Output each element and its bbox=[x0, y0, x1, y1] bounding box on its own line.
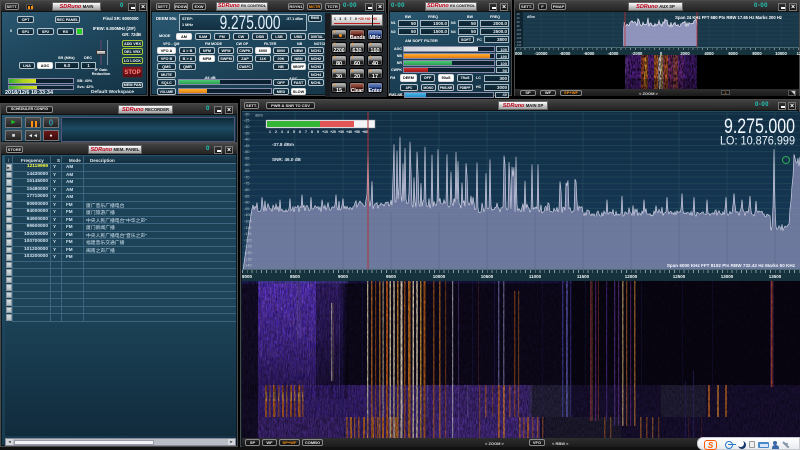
svg-text:+60: +60 bbox=[362, 130, 368, 134]
svg-text:-35: -35 bbox=[244, 131, 250, 135]
svg-text:5: 5 bbox=[293, 130, 295, 134]
svg-text:Span 6000 KHz FFT 8192 Pts: Span 6000 KHz FFT 8192 Pts RBW 732.42 Hz… bbox=[667, 263, 796, 268]
svg-text:2: 2 bbox=[275, 130, 277, 134]
svg-text:-40: -40 bbox=[244, 138, 250, 142]
svg-text:-60: -60 bbox=[516, 20, 520, 24]
svg-text:+40: +40 bbox=[346, 130, 352, 134]
svg-text:+20: +20 bbox=[330, 130, 336, 134]
svg-text:dBm: dBm bbox=[255, 113, 263, 117]
svg-text:-130: -130 bbox=[244, 251, 252, 255]
svg-text:-50: -50 bbox=[244, 150, 250, 154]
svg-text:-105: -105 bbox=[244, 220, 252, 224]
svg-text:-60: -60 bbox=[244, 163, 250, 167]
svg-text:-95: -95 bbox=[244, 207, 250, 211]
svg-text:-80: -80 bbox=[516, 24, 520, 28]
svg-text:-115: -115 bbox=[244, 232, 251, 236]
svg-text:8: 8 bbox=[311, 130, 313, 134]
svg-text:-85: -85 bbox=[244, 194, 250, 198]
svg-text:-55: -55 bbox=[244, 157, 250, 161]
svg-text:-70: -70 bbox=[244, 175, 250, 179]
svg-text:-100: -100 bbox=[244, 213, 252, 217]
svg-text:-37.8 dBm: -37.8 dBm bbox=[272, 142, 294, 147]
svg-text:-30: -30 bbox=[244, 125, 250, 129]
svg-text:4: 4 bbox=[287, 130, 289, 134]
svg-text:-135: -135 bbox=[244, 257, 252, 261]
svg-text:-80: -80 bbox=[244, 188, 250, 192]
svg-text:-120: -120 bbox=[516, 36, 522, 40]
svg-text:-120: -120 bbox=[244, 238, 252, 242]
svg-text:LO: 10.876.999: LO: 10.876.999 bbox=[720, 136, 795, 148]
svg-text:-65: -65 bbox=[244, 169, 250, 173]
svg-text:7: 7 bbox=[305, 130, 307, 134]
svg-text:-40: -40 bbox=[516, 16, 520, 20]
svg-text:-75: -75 bbox=[244, 182, 250, 186]
svg-text:3: 3 bbox=[281, 130, 283, 134]
svg-text:-45: -45 bbox=[244, 144, 250, 148]
svg-text:-110: -110 bbox=[244, 226, 251, 230]
svg-text:dBm: dBm bbox=[527, 15, 535, 19]
svg-text:+50: +50 bbox=[354, 130, 360, 134]
svg-text:-100: -100 bbox=[516, 28, 522, 32]
svg-text:9: 9 bbox=[317, 130, 319, 134]
svg-text:-25: -25 bbox=[244, 119, 250, 123]
svg-text:+30: +30 bbox=[338, 130, 344, 134]
svg-text:-90: -90 bbox=[244, 201, 250, 205]
svg-text:-110: -110 bbox=[516, 32, 522, 36]
svg-text:+10: +10 bbox=[322, 130, 328, 134]
svg-text:-20: -20 bbox=[244, 112, 250, 116]
svg-text:1: 1 bbox=[269, 130, 271, 134]
svg-text:6: 6 bbox=[299, 130, 301, 134]
svg-text:-140: -140 bbox=[244, 264, 252, 268]
svg-text:-20: -20 bbox=[516, 12, 520, 16]
svg-text:Span 24 KHz FFT 680 Pts RB: Span 24 KHz FFT 680 Pts RBW 17.65 Hz Mar… bbox=[675, 15, 782, 20]
svg-text:-125: -125 bbox=[244, 245, 252, 249]
svg-text:SNR: 46.0 dB: SNR: 46.0 dB bbox=[272, 157, 302, 162]
